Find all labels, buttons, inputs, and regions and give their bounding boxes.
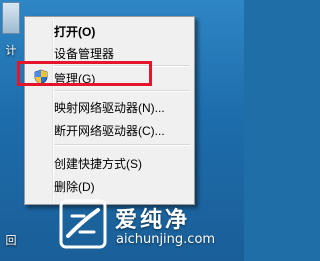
desktop-icon-label: 计: [5, 45, 17, 57]
desktop-icon-label: 回: [5, 235, 17, 247]
menu-item-label: 断开网络驱动器(C)...: [54, 124, 165, 138]
menu-item-label: 删除(D): [54, 180, 95, 194]
computer-icon: [2, 2, 20, 34]
watermark: 爱纯净 aichunjing.com: [58, 196, 240, 254]
menu-separator: [54, 144, 190, 146]
menu-separator: [54, 90, 190, 92]
menu-item-delete[interactable]: 删除(D): [27, 174, 192, 196]
highlight-box: [17, 61, 152, 86]
menu-item-label: 设备管理器: [54, 47, 115, 61]
watermark-title: 爱纯净: [115, 208, 191, 233]
menu-item-label: 打开(O): [54, 25, 96, 39]
menu-item-map-network-drive[interactable]: 映射网络驱动器(N)...: [27, 95, 192, 117]
menu-item-device-manager[interactable]: 设备管理器: [27, 41, 192, 63]
menu-item-label: 映射网络驱动器(N)...: [54, 101, 165, 115]
context-menu: 打开(O) 设备管理器 管理(G) 映射网络驱动器(N)... 断开网络驱动器(…: [24, 16, 195, 205]
menu-item-label: 创建快捷方式(S): [54, 157, 142, 171]
menu-item-create-shortcut[interactable]: 创建快捷方式(S): [27, 151, 192, 173]
watermark-logo-icon: [59, 199, 107, 249]
watermark-url: aichunjing.com: [116, 232, 216, 247]
menu-item-disconnect-network-drive[interactable]: 断开网络驱动器(C)...: [27, 118, 192, 140]
menu-item-open[interactable]: 打开(O): [27, 19, 192, 41]
